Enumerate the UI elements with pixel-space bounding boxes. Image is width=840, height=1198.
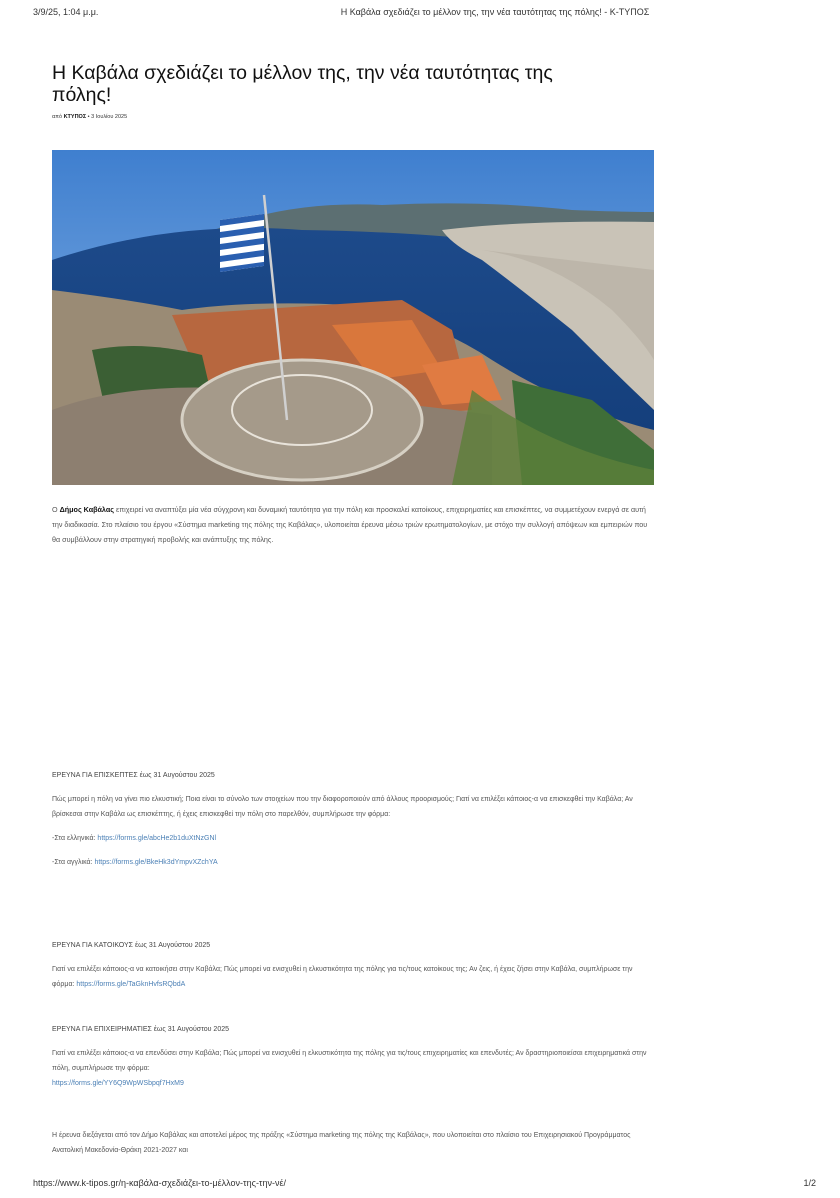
businesses-link[interactable]: https://forms.gle/YY6Q9WpWSbpqf7HxM9 — [52, 1076, 652, 1091]
residents-text-row: Γιατί να επιλέξει κάποιος-α να κατοικήσε… — [52, 962, 652, 992]
visitors-english-link[interactable]: https://forms.gle/BkeHk3dYmpvXZchYA — [94, 859, 217, 866]
byline: από ΚΤΥΠΟΣ • 3 Ιουλίου 2025 — [52, 114, 655, 120]
businesses-heading: ΕΡΕΥΝΑ ΓΙΑ ΕΠΙΧΕΙΡΗΜΑΤΙΕΣ έως 31 Αυγούστ… — [52, 1026, 229, 1033]
hero-image — [52, 150, 654, 485]
visitors-greek-link[interactable]: https://forms.gle/abcHe2b1duXtNzGNl — [97, 835, 216, 842]
businesses-section: ΕΡΕΥΝΑ ΓΙΑ ΕΠΙΧΕΙΡΗΜΑΤΙΕΣ έως 31 Αυγούστ… — [52, 1022, 652, 1091]
print-url: https://www.k-tipos.gr/η-καβάλα-σχεδιάζε… — [33, 1178, 287, 1188]
closing-paragraph: Η έρευνα διεξάγεται από τον Δήμο Καβάλας… — [52, 1128, 652, 1158]
visitors-section: ΕΡΕΥΝΑ ΓΙΑ ΕΠΙΣΚΕΠΤΕΣ έως 31 Αυγούστου 2… — [52, 768, 652, 870]
residents-link[interactable]: https://forms.gle/TaGknHvfsRQbdA — [76, 981, 185, 988]
article-title: Η Καβάλα σχεδιάζει το μέλλον της, την νέ… — [52, 62, 553, 106]
visitors-english-label: -Στα αγγλικά: — [52, 859, 93, 866]
closing-text: Η έρευνα διεξάγεται από τον Δήμο Καβάλας… — [52, 1132, 631, 1154]
residents-section: ΕΡΕΥΝΑ ΓΙΑ ΚΑΤΟΙΚΟΥΣ έως 31 Αυγούστου 20… — [52, 938, 652, 992]
page-number: 1/2 — [803, 1178, 816, 1188]
residents-heading: ΕΡΕΥΝΑ ΓΙΑ ΚΑΤΟΙΚΟΥΣ έως 31 Αυγούστου 20… — [52, 942, 211, 949]
byline-prefix: από — [52, 114, 63, 120]
visitors-text: Πώς μπορεί η πόλη να γίνει πιο ελκυστική… — [52, 796, 633, 818]
lead-bold: Δήμος Καβάλας — [59, 505, 114, 514]
article-header: Η Καβάλα σχεδιάζει το μέλλον της, την νέ… — [52, 62, 655, 120]
visitors-greek-row: -Στα ελληνικά: https://forms.gle/abcHe2b… — [52, 831, 652, 846]
lead-text: επιχειρεί να αναπτύξει μία νέα σύγχρονη … — [52, 505, 648, 544]
lead-prefix: Ο — [52, 505, 58, 514]
author-link[interactable]: ΚΤΥΠΟΣ — [64, 114, 87, 120]
visitors-heading: ΕΡΕΥΝΑ ΓΙΑ ΕΠΙΣΚΕΠΤΕΣ έως 31 Αυγούστου 2… — [52, 772, 215, 779]
article-date: 3 Ιουλίου 2025 — [91, 114, 128, 120]
kavala-harbor-photo — [52, 150, 654, 485]
visitors-greek-label: -Στα ελληνικά: — [52, 835, 96, 842]
print-page-title: Η Καβάλα σχεδιάζει το μέλλον της, την νέ… — [340, 7, 650, 17]
print-header: 3/9/25, 1:04 μ.μ. Η Καβάλα σχεδιάζει το … — [0, 0, 840, 22]
businesses-text: Γιατί να επιλέξει κάποιος-α να επενδύσει… — [52, 1050, 647, 1072]
visitors-english-row: -Στα αγγλικά: https://forms.gle/BkeHk3dY… — [52, 855, 652, 870]
print-footer: https://www.k-tipos.gr/η-καβάλα-σχεδιάζε… — [0, 1172, 840, 1198]
lead-paragraph: Ο Δήμος Καβάλας επιχειρεί να αναπτύξει μ… — [52, 502, 652, 547]
